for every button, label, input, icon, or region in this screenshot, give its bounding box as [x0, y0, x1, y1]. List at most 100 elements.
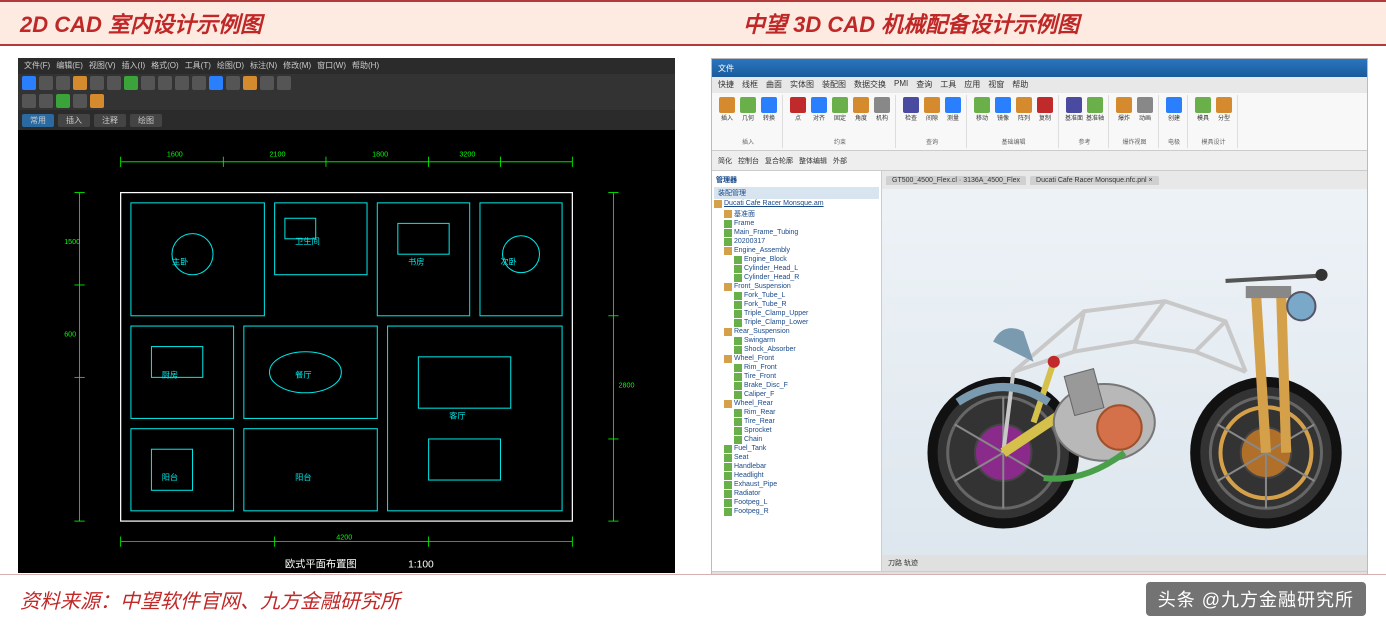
sub-toolbar-item[interactable]: 复合轮廓: [765, 156, 793, 166]
menu-item[interactable]: 帮助(H): [352, 60, 379, 72]
ribbon-button[interactable]: 转换: [760, 97, 778, 127]
ribbon-button[interactable]: 间隙: [923, 97, 941, 127]
tree-item[interactable]: Wheel_Front: [714, 354, 879, 363]
arc-icon[interactable]: [175, 76, 189, 90]
cad3d-ribbon[interactable]: 插入几何转换插入点对齐固定角度机构约束检查间隙测量查询移动镜像阵列复制基础编辑基…: [712, 93, 1367, 151]
hatch-icon[interactable]: [209, 76, 223, 90]
tree-item[interactable]: Exhaust_Pipe: [714, 480, 879, 489]
menu-item[interactable]: PMI: [894, 79, 908, 91]
ribbon-button[interactable]: 测量: [944, 97, 962, 127]
cad2d-tab[interactable]: 注释: [94, 114, 126, 127]
cad2d-toolbar-1[interactable]: [18, 74, 675, 92]
viewport-tab[interactable]: GT500_4500_Flex.cl · 3136A_4500_Flex: [886, 176, 1026, 185]
menu-item[interactable]: 标注(N): [250, 60, 277, 72]
tree-item[interactable]: Front_Suspension: [714, 282, 879, 291]
zoom-icon[interactable]: [22, 94, 36, 108]
menu-item[interactable]: 查询: [916, 79, 932, 91]
tree-item[interactable]: Wheel_Rear: [714, 399, 879, 408]
ribbon-button[interactable]: 阵列: [1015, 97, 1033, 127]
menu-item[interactable]: 编辑(E): [56, 60, 83, 72]
menu-item[interactable]: 帮助: [1012, 79, 1028, 91]
ribbon-button[interactable]: 机构: [873, 97, 891, 127]
ribbon-button[interactable]: 几何: [739, 97, 757, 127]
viewport-canvas[interactable]: [882, 189, 1367, 555]
menu-item[interactable]: 修改(M): [283, 60, 311, 72]
tree-item[interactable]: Triple_Clamp_Upper: [714, 309, 879, 318]
cad2d-menubar[interactable]: 文件(F)编辑(E)视图(V)插入(I)格式(O)工具(T)绘图(D)标注(N)…: [18, 58, 675, 74]
tree-item[interactable]: Caliper_F: [714, 390, 879, 399]
tree-root[interactable]: Ducati Cafe Racer Monsque.am: [714, 199, 879, 208]
menu-item[interactable]: 视窗: [988, 79, 1004, 91]
cad2d-toolbar-2[interactable]: [18, 92, 675, 110]
tree-item[interactable]: Radiator: [714, 489, 879, 498]
tree-item[interactable]: Fork_Tube_R: [714, 300, 879, 309]
tree-item[interactable]: Brake_Disc_F: [714, 381, 879, 390]
tree-item[interactable]: 20200317: [714, 237, 879, 246]
menu-item[interactable]: 装配图: [822, 79, 846, 91]
ribbon-button[interactable]: 复制: [1036, 97, 1054, 127]
cad3d-menubar[interactable]: 快捷线框曲面实体图装配图数据交换PMI查询工具应用视窗帮助: [712, 77, 1367, 93]
tree-item[interactable]: Fork_Tube_L: [714, 291, 879, 300]
ribbon-button[interactable]: 对齐: [810, 97, 828, 127]
menu-item[interactable]: 窗口(W): [317, 60, 346, 72]
orbit-icon[interactable]: [56, 94, 70, 108]
tree-item[interactable]: Tire_Front: [714, 372, 879, 381]
tree-item[interactable]: Shock_Absorber: [714, 345, 879, 354]
tree-item[interactable]: Fuel_Tank: [714, 444, 879, 453]
sub-toolbar-item[interactable]: 外部: [833, 156, 847, 166]
menu-item[interactable]: 格式(O): [151, 60, 179, 72]
menu-item[interactable]: 线框: [742, 79, 758, 91]
save-icon[interactable]: [56, 76, 70, 90]
tree-item[interactable]: Footpeg_L: [714, 498, 879, 507]
layer-manager-icon[interactable]: [73, 94, 87, 108]
tree-item[interactable]: Swingarm: [714, 336, 879, 345]
menu-item[interactable]: 快捷: [718, 79, 734, 91]
sub-toolbar-item[interactable]: 控制台: [738, 156, 759, 166]
menu-item[interactable]: 曲面: [766, 79, 782, 91]
menu-item[interactable]: 实体图: [790, 79, 814, 91]
cad2d-tab[interactable]: 绘图: [130, 114, 162, 127]
tree-item[interactable]: Engine_Block: [714, 255, 879, 264]
viewport-tab[interactable]: Ducati Cafe Racer Monsque.nfc.pnl ×: [1030, 176, 1159, 185]
cad2d-tab[interactable]: 插入: [58, 114, 90, 127]
tree-item[interactable]: Headlight: [714, 471, 879, 480]
ribbon-button[interactable]: 移动: [973, 97, 991, 127]
ribbon-button[interactable]: 角度: [852, 97, 870, 127]
new-file-icon[interactable]: [22, 76, 36, 90]
circle-icon[interactable]: [158, 76, 172, 90]
tree-item[interactable]: Footpeg_R: [714, 507, 879, 516]
ribbon-button[interactable]: 爆炸: [1115, 97, 1133, 127]
menu-item[interactable]: 文件(F): [24, 60, 50, 72]
rect-icon[interactable]: [192, 76, 206, 90]
ribbon-button[interactable]: 基准轴: [1086, 97, 1104, 127]
cad2d-canvas[interactable]: 1600 2100 1800 3200 1500 600 2800 4200: [18, 130, 675, 573]
menu-item[interactable]: 工具(T): [185, 60, 211, 72]
block-icon[interactable]: [260, 76, 274, 90]
tree-item[interactable]: Rim_Front: [714, 363, 879, 372]
line-icon[interactable]: [141, 76, 155, 90]
ribbon-button[interactable]: 插入: [718, 97, 736, 127]
ribbon-button[interactable]: 分型: [1215, 97, 1233, 127]
cad2d-tabs[interactable]: 常用插入注释绘图: [18, 110, 675, 130]
open-icon[interactable]: [39, 76, 53, 90]
ribbon-button[interactable]: 点: [789, 97, 807, 127]
tree-item[interactable]: Sprocket: [714, 426, 879, 435]
undo-icon[interactable]: [90, 76, 104, 90]
menu-item[interactable]: 绘图(D): [217, 60, 244, 72]
tree-item[interactable]: 基准面: [714, 208, 879, 219]
ribbon-button[interactable]: 基准面: [1065, 97, 1083, 127]
cad3d-tree-panel[interactable]: 管理器 装配管理 Ducati Cafe Racer Monsque.am 基准…: [712, 171, 882, 571]
ribbon-button[interactable]: 创建: [1165, 97, 1183, 127]
tree-item[interactable]: Rim_Rear: [714, 408, 879, 417]
menu-item[interactable]: 数据交换: [854, 79, 886, 91]
dim-icon[interactable]: [243, 76, 257, 90]
cad3d-viewport[interactable]: GT500_4500_Flex.cl · 3136A_4500_Flex Duca…: [882, 171, 1367, 571]
ribbon-button[interactable]: 模具: [1194, 97, 1212, 127]
text-icon[interactable]: [226, 76, 240, 90]
tree-item[interactable]: Engine_Assembly: [714, 246, 879, 255]
cad3d-file-tab[interactable]: 文件: [718, 63, 734, 74]
tree-item[interactable]: Seat: [714, 453, 879, 462]
tree-item[interactable]: Cylinder_Head_L: [714, 264, 879, 273]
cad2d-tab[interactable]: 常用: [22, 114, 54, 127]
menu-item[interactable]: 视图(V): [89, 60, 116, 72]
